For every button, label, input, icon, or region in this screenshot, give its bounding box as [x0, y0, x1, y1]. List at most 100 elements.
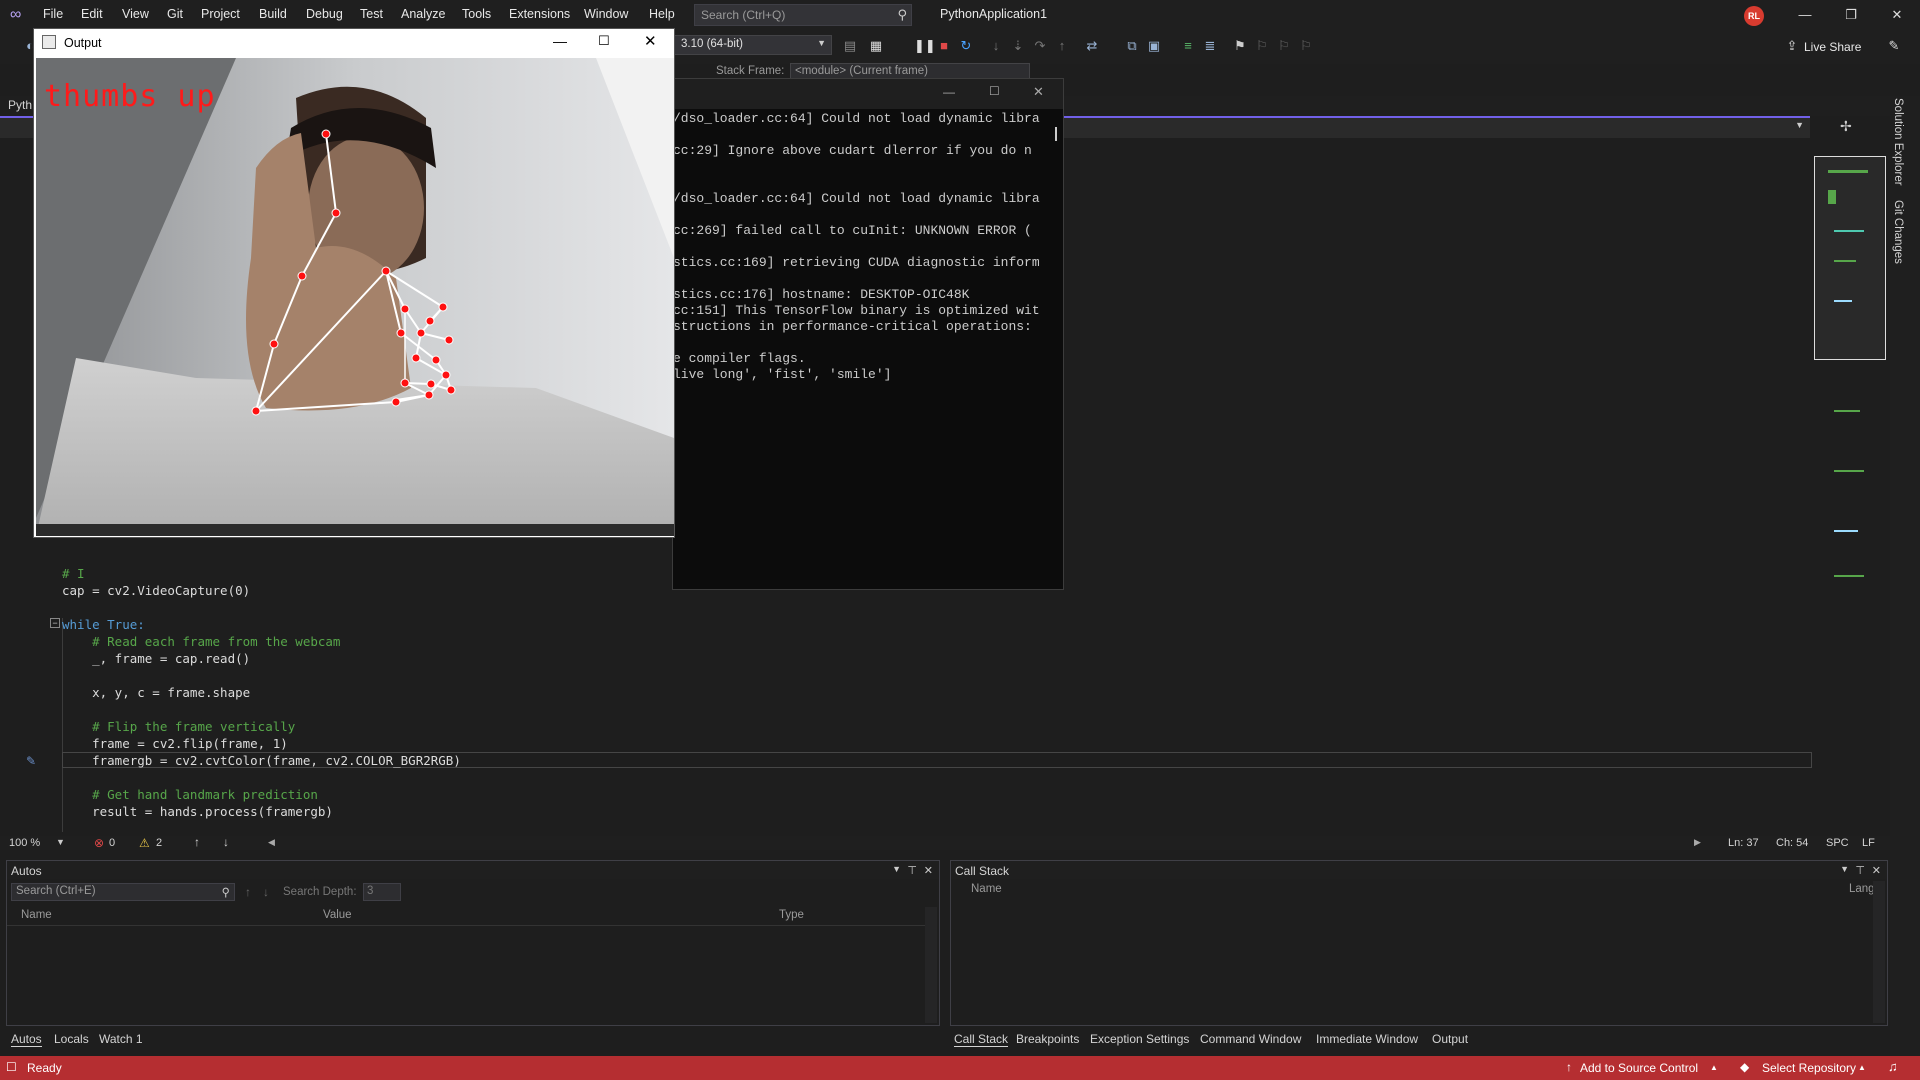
hot-reload-icon[interactable]: ⇄: [1084, 38, 1100, 54]
select-repository-button[interactable]: Select Repository: [1762, 1061, 1856, 1075]
close-icon[interactable]: ✕: [1872, 864, 1881, 877]
error-icon[interactable]: ⊗: [94, 836, 104, 850]
menu-view[interactable]: View: [122, 7, 149, 21]
notifications-icon[interactable]: ♫: [1888, 1059, 1898, 1074]
autos-scrollbar[interactable]: [925, 907, 937, 1023]
collapse-icon[interactable]: −: [50, 618, 60, 628]
menu-test[interactable]: Test: [360, 7, 383, 21]
menu-project[interactable]: Project: [201, 7, 240, 21]
search-input[interactable]: Search (Ctrl+Q) ⚲: [694, 4, 912, 26]
line-indicator[interactable]: Ln: 37: [1728, 837, 1759, 849]
scroll-left-icon[interactable]: ◀: [268, 837, 275, 848]
solution-explorer-tab[interactable]: Solution Explorer: [1892, 98, 1904, 186]
warning-icon[interactable]: ⚠: [139, 836, 150, 850]
code-line[interactable]: # I: [62, 566, 85, 581]
live-share-icon[interactable]: ⇪: [1784, 38, 1800, 54]
scroll-right-icon[interactable]: ▶: [1694, 837, 1701, 848]
minimap-viewport[interactable]: [1814, 156, 1886, 360]
close-icon[interactable]: ✕: [1882, 4, 1912, 26]
restart-icon[interactable]: ↻: [958, 38, 974, 54]
column-language[interactable]: Lang: [1849, 883, 1875, 895]
clear-bookmarks-icon[interactable]: ⚐: [1298, 38, 1314, 54]
chevron-up-icon[interactable]: ▲: [1858, 1063, 1866, 1072]
whitespace-indicator[interactable]: SPC: [1826, 837, 1849, 849]
live-share-button[interactable]: Live Share: [1804, 40, 1861, 54]
search-depth-dropdown[interactable]: 3: [363, 883, 401, 901]
step-over-icon[interactable]: ⇣: [1010, 38, 1026, 54]
arrow-up-icon[interactable]: ↑: [245, 885, 251, 899]
call-stack-scrollbar[interactable]: [1873, 881, 1885, 1023]
next-bookmark-icon[interactable]: ⚐: [1276, 38, 1292, 54]
menu-tools[interactable]: Tools: [462, 7, 491, 21]
menu-edit[interactable]: Edit: [81, 7, 103, 21]
output-window[interactable]: Output — ☐ ✕ thumbs up: [33, 28, 675, 538]
code-line[interactable]: frame = cv2.flip(frame, 1): [62, 736, 288, 751]
chevron-up-icon[interactable]: ▲: [1710, 1063, 1718, 1072]
close-icon[interactable]: ✕: [924, 864, 933, 877]
column-indicator[interactable]: Ch: 54: [1776, 837, 1808, 849]
pause-icon[interactable]: ❚❚: [914, 38, 936, 54]
autos-search-input[interactable]: Search (Ctrl+E) ⚲: [11, 883, 235, 901]
tab-breakpoints[interactable]: Breakpoints: [1016, 1032, 1079, 1046]
tab-output[interactable]: Output: [1432, 1032, 1468, 1046]
tab-immediate-window[interactable]: Immediate Window: [1316, 1032, 1418, 1046]
clipboard-icon[interactable]: ▤: [842, 38, 858, 54]
column-name[interactable]: Name: [21, 909, 52, 921]
chevron-down-icon[interactable]: ▼: [892, 864, 901, 874]
error-count[interactable]: 0: [109, 837, 115, 849]
split-editor-icon[interactable]: ✢: [1840, 118, 1852, 135]
step-into-icon[interactable]: ↓: [988, 38, 1004, 54]
chevron-down-icon[interactable]: ▼: [56, 837, 65, 847]
tab-command-window[interactable]: Command Window: [1200, 1032, 1301, 1046]
code-line[interactable]: cap = cv2.VideoCapture(0): [62, 583, 250, 598]
console-window[interactable]: — ☐ ✕ /dso_loader.cc:64] Could not load …: [672, 78, 1064, 590]
arrow-down-icon[interactable]: ↓: [263, 885, 269, 899]
code-line[interactable]: # Read each frame from the webcam: [62, 634, 340, 649]
line-ending-indicator[interactable]: LF: [1862, 837, 1875, 849]
python-environment-dropdown[interactable]: 3.10 (64-bit) ▼: [674, 35, 832, 55]
pin-icon[interactable]: ⊤: [907, 864, 917, 877]
maximize-icon[interactable]: ☐: [598, 33, 610, 49]
console-scrollbar[interactable]: [1055, 127, 1057, 141]
git-changes-tab[interactable]: Git Changes: [1892, 200, 1904, 264]
code-line[interactable]: _, frame = cap.read(): [62, 651, 250, 666]
avatar[interactable]: RL: [1744, 6, 1764, 26]
chevron-down-icon[interactable]: ▼: [1795, 120, 1804, 130]
maximize-icon[interactable]: ☐: [989, 84, 1000, 98]
code-line[interactable]: while True:: [62, 617, 145, 632]
editor-tab[interactable]: Pyth: [8, 98, 32, 112]
minimize-icon[interactable]: —: [943, 85, 955, 99]
arrow-up-icon[interactable]: ↑: [194, 835, 200, 849]
menu-file[interactable]: File: [43, 7, 63, 21]
menu-window[interactable]: Window: [584, 7, 628, 21]
feedback-icon[interactable]: ✎: [1886, 38, 1902, 54]
menu-extensions[interactable]: Extensions: [509, 7, 570, 21]
arrow-down-icon[interactable]: ↓: [223, 835, 229, 849]
menu-help[interactable]: Help: [649, 7, 675, 21]
minimize-icon[interactable]: —: [553, 33, 567, 49]
output-titlebar[interactable]: Output — ☐ ✕: [34, 29, 674, 57]
menu-debug[interactable]: Debug: [306, 7, 343, 21]
close-icon[interactable]: ✕: [644, 32, 657, 50]
code-line[interactable]: framergb = cv2.cvtColor(frame, cv2.COLOR…: [62, 753, 461, 768]
column-value[interactable]: Value: [323, 909, 352, 921]
code-line[interactable]: # Flip the frame vertically: [62, 719, 295, 734]
tab-call-stack[interactable]: Call Stack: [954, 1032, 1009, 1047]
tab-locals[interactable]: Locals: [54, 1032, 89, 1046]
code-line[interactable]: x, y, c = frame.shape: [62, 685, 250, 700]
menu-analyze[interactable]: Analyze: [401, 7, 445, 21]
add-to-source-control-button[interactable]: Add to Source Control: [1580, 1061, 1698, 1075]
menu-build[interactable]: Build: [259, 7, 287, 21]
uncomment-icon[interactable]: ≣: [1202, 38, 1218, 54]
pin-icon[interactable]: ⊤: [1855, 864, 1865, 877]
visual-studio-logo-icon[interactable]: ∞: [10, 6, 32, 24]
restore-icon[interactable]: ❐: [1836, 4, 1866, 26]
tab-autos[interactable]: Autos: [11, 1032, 42, 1047]
minimize-icon[interactable]: —: [1790, 4, 1820, 26]
zoom-level[interactable]: 100 %: [9, 837, 40, 849]
menu-git[interactable]: Git: [167, 7, 183, 21]
chevron-down-icon[interactable]: ▼: [1840, 864, 1849, 874]
column-name[interactable]: Name: [971, 883, 1002, 895]
step-out-icon[interactable]: ↷: [1032, 38, 1048, 54]
layout-icon[interactable]: ▦: [868, 38, 884, 54]
